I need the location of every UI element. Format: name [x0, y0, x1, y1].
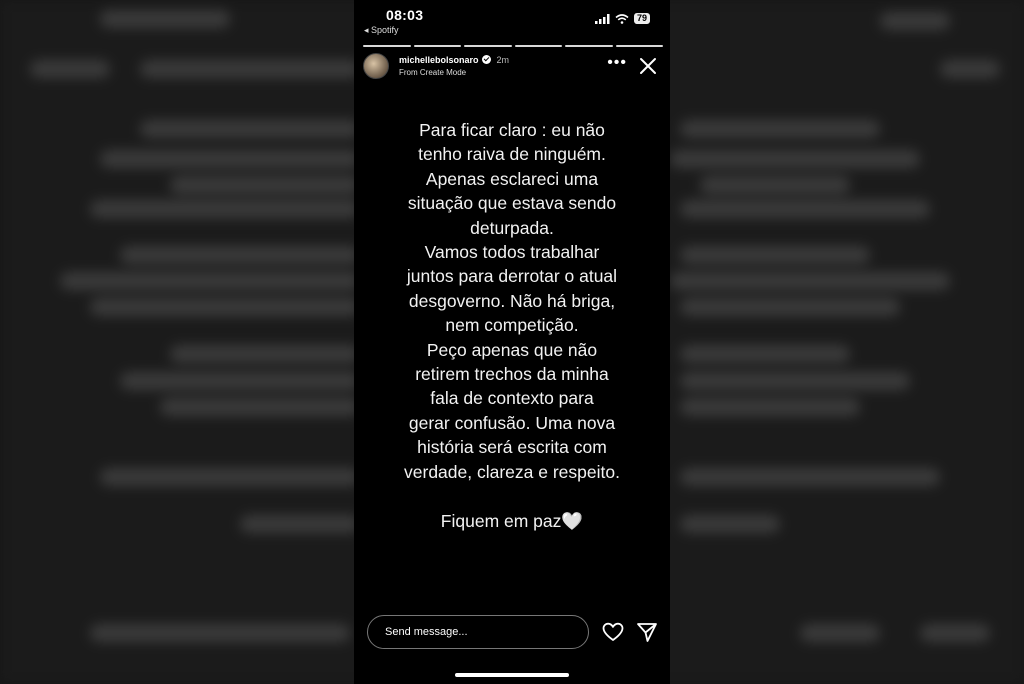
- wifi-icon: [615, 13, 629, 24]
- progress-segment: [363, 45, 411, 47]
- avatar[interactable]: [363, 53, 389, 79]
- white-heart-emoji: 🤍: [561, 511, 584, 531]
- signal-icon: [594, 13, 610, 24]
- story-signoff: Fiquem em paz🤍: [368, 511, 656, 532]
- story-text: Para ficar claro : eu não tenho raiva de…: [404, 120, 620, 482]
- progress-segment: [615, 45, 663, 47]
- progress-segment: [565, 45, 613, 47]
- story-progress: [363, 45, 663, 47]
- back-to-app-link[interactable]: ◂ Spotify: [364, 25, 399, 36]
- progress-segment: [413, 45, 461, 47]
- story-subtitle[interactable]: From Create Mode: [399, 68, 466, 77]
- status-bar: 08:03 ◂ Spotify 79: [354, 0, 670, 40]
- send-icon[interactable]: [635, 620, 659, 644]
- more-options-icon[interactable]: •••: [607, 55, 627, 71]
- story-header: michellebolsonaro 2m From Create Mode •••: [363, 53, 663, 81]
- heart-icon[interactable]: [601, 620, 625, 644]
- progress-segment: [464, 45, 512, 47]
- username[interactable]: michellebolsonaro: [399, 55, 479, 65]
- close-icon[interactable]: [639, 57, 657, 75]
- username-row[interactable]: michellebolsonaro 2m: [399, 55, 509, 65]
- verified-badge-icon: [481, 55, 491, 64]
- send-message-input[interactable]: Send message...: [367, 615, 589, 649]
- post-time: 2m: [496, 55, 510, 65]
- status-icons: 79: [594, 13, 650, 24]
- status-time: 08:03: [386, 7, 424, 23]
- battery-indicator: 79: [633, 13, 650, 24]
- signoff-text: Fiquem em paz: [440, 511, 562, 531]
- progress-segment: [514, 45, 562, 47]
- home-indicator[interactable]: [455, 673, 569, 677]
- story-viewer[interactable]: 08:03 ◂ Spotify 79 michellebolsonaro 2m …: [354, 0, 670, 684]
